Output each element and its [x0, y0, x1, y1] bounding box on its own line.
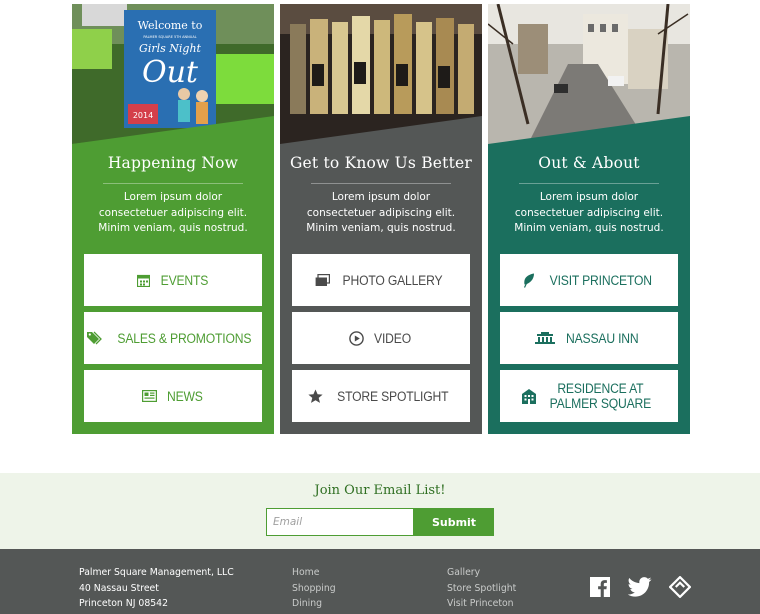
column-description: Lorem ipsum dolor consectetuer adipiscin… [284, 190, 478, 237]
gallery-icon [314, 272, 330, 288]
submit-button[interactable]: Submit [414, 508, 494, 536]
social-links [588, 576, 692, 598]
footer: Palmer Square Management, LLC 40 Nassau … [0, 549, 760, 614]
footer-nav-primary: Home Shopping Dining [292, 565, 336, 612]
footer-link-dining[interactable]: Dining [292, 596, 336, 612]
title-divider [311, 183, 451, 184]
photo-gallery-button[interactable]: Photo Gallery [292, 254, 470, 306]
bottles-photo [280, 4, 482, 144]
email-signup-section: Join Our Email List! Submit [0, 473, 760, 549]
title-divider [519, 183, 659, 184]
sign-girls-night-text: Girls Night [139, 42, 201, 55]
calendar-icon [135, 272, 151, 288]
sales-promotions-button[interactable]: Sales & Promotions [84, 312, 262, 364]
sales-promotions-button-label: Sales & Promotions [117, 330, 252, 346]
foursquare-icon[interactable] [668, 576, 692, 598]
sign-out-text: Out [142, 55, 199, 90]
column-get-to-know-us: Get to Know Us Better Lorem ipsum dolor … [280, 4, 482, 434]
column-out-and-about: Out & About Lorem ipsum dolor consectetu… [488, 4, 690, 434]
description-line: consectetuer adipiscing elit. [98, 206, 248, 219]
facebook-icon[interactable] [588, 576, 612, 598]
sign-year-text: 2014 [133, 111, 153, 120]
description-line: consectetuer adipiscing elit. [514, 206, 664, 219]
page: Welcome to PALMER SQUARE 5TH ANNUAL Girl… [0, 0, 760, 614]
description-line: Lorem ipsum dolor [539, 191, 639, 203]
store-spotlight-button[interactable]: Store Spotlight [292, 370, 470, 422]
column-title: Out & About [538, 154, 640, 172]
sign-welcome-text: Welcome to [138, 19, 203, 32]
description-line: Lorem ipsum dolor [331, 191, 431, 203]
column-description: Lorem ipsum dolor consectetuer adipiscin… [492, 190, 686, 237]
description-line: Minim veniam, quis nostrud. [98, 222, 248, 234]
column-title: Get to Know Us Better [289, 154, 473, 172]
video-button[interactable]: Video [292, 312, 470, 364]
company-name: Palmer Square Management, LLC [79, 567, 234, 578]
nassau-inn-button[interactable]: Nassau Inn [500, 312, 678, 364]
sign-annual-text: PALMER SQUARE 5TH ANNUAL [143, 35, 196, 39]
residence-label-line: Palmer Square [549, 396, 652, 411]
footer-link-store-spotlight[interactable]: Store Spotlight [447, 581, 516, 597]
nassau-inn-button-label: Nassau Inn [566, 330, 639, 346]
footer-link-gallery[interactable]: Gallery [447, 565, 516, 581]
footer-link-visit-princeton[interactable]: Visit Princeton [447, 596, 516, 612]
star-icon [308, 388, 324, 404]
column-title: Happening Now [107, 154, 239, 172]
residence-at-palmer-square-button[interactable]: Residence at Palmer Square [500, 370, 678, 422]
description-line: Lorem ipsum dolor [123, 191, 223, 203]
description-line: consectetuer adipiscing elit. [306, 206, 456, 219]
events-button-label: Events [160, 272, 209, 288]
photo-gallery-button-label: Photo Gallery [342, 272, 443, 288]
news-button[interactable]: News [84, 370, 262, 422]
princeton-street-photo [488, 4, 690, 144]
video-button-label: Video [374, 330, 411, 346]
feature-columns: Welcome to PALMER SQUARE 5TH ANNUAL Girl… [72, 4, 690, 434]
description-line: Minim veniam, quis nostrud. [514, 222, 664, 234]
residence-label-line: Residence at [557, 381, 644, 396]
column-happening-now: Welcome to PALMER SQUARE 5TH ANNUAL Girl… [72, 4, 274, 434]
inn-icon [535, 330, 556, 346]
visit-princeton-button[interactable]: Visit Princeton [500, 254, 678, 306]
email-input[interactable] [266, 508, 414, 536]
residence-button-label: Residence at Palmer Square [549, 381, 652, 411]
news-button-label: News [166, 388, 203, 404]
girls-night-out-photo: Welcome to PALMER SQUARE 5TH ANNUAL Girl… [72, 4, 274, 144]
email-signup-title: Join Our Email List! [314, 483, 446, 498]
visit-princeton-button-label: Visit Princeton [549, 272, 652, 288]
building-icon [521, 388, 537, 404]
column-description: Lorem ipsum dolor consectetuer adipiscin… [76, 190, 270, 237]
leaf-icon [521, 272, 537, 288]
street-address: 40 Nassau Street [79, 582, 159, 594]
footer-link-shopping[interactable]: Shopping [292, 581, 336, 597]
twitter-icon[interactable] [628, 576, 652, 598]
tag-icon [87, 330, 103, 346]
title-divider [103, 183, 243, 184]
city-state-zip: Princeton NJ 08542 [79, 598, 168, 609]
events-button[interactable]: Events [84, 254, 262, 306]
footer-nav-secondary: Gallery Store Spotlight Visit Princeton [447, 565, 516, 612]
footer-link-home[interactable]: Home [292, 565, 336, 581]
description-line: Minim veniam, quis nostrud. [306, 222, 456, 234]
footer-address: Palmer Square Management, LLC 40 Nassau … [79, 565, 234, 612]
store-spotlight-button-label: Store Spotlight [336, 388, 449, 404]
play-icon [349, 330, 365, 346]
newspaper-icon [142, 388, 158, 404]
